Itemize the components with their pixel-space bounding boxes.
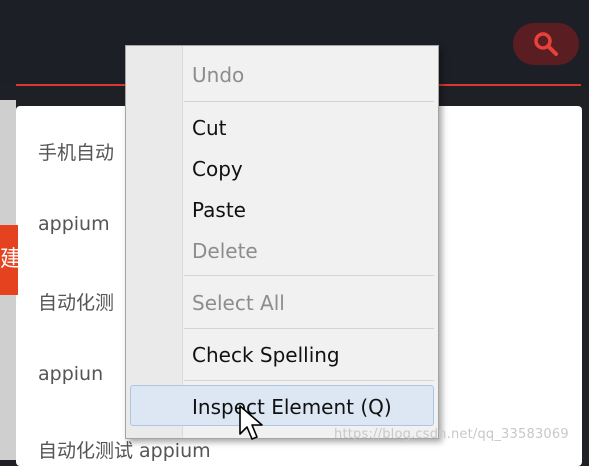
list-item[interactable]: 手机自动 [38,138,114,165]
menu-item-check-spelling[interactable]: Check Spelling [192,343,340,367]
list-item[interactable]: 自动化测试 appium [38,436,211,463]
list-item[interactable]: 自动化测 [38,288,114,315]
menu-item-inspect-element[interactable]: Inspect Element (Q) [192,395,392,419]
menu-item-select-all[interactable]: Select All [192,291,285,315]
context-menu: Undo Cut Copy Paste Delete Select All Ch… [125,45,439,439]
menu-separator [184,275,434,276]
watermark: https://blog.csdn.net/qq_33583069 [334,427,569,442]
menu-item-paste[interactable]: Paste [192,198,246,222]
mouse-pointer-icon [239,405,263,440]
side-tab[interactable]: 建 [0,225,18,295]
menu-item-delete[interactable]: Delete [192,239,258,263]
side-tab-label: 建 [0,247,18,272]
menu-separator [184,328,434,329]
menu-item-undo[interactable]: Undo [192,63,244,87]
menu-separator [184,101,434,102]
menu-item-copy[interactable]: Copy [192,157,243,181]
menu-icon-gutter [126,46,183,438]
search-icon [534,32,558,56]
menu-item-cut[interactable]: Cut [192,116,226,140]
list-item[interactable]: appiun [38,363,103,385]
menu-separator [184,380,434,381]
list-item[interactable]: appium [38,213,110,235]
search-button[interactable] [513,23,579,65]
